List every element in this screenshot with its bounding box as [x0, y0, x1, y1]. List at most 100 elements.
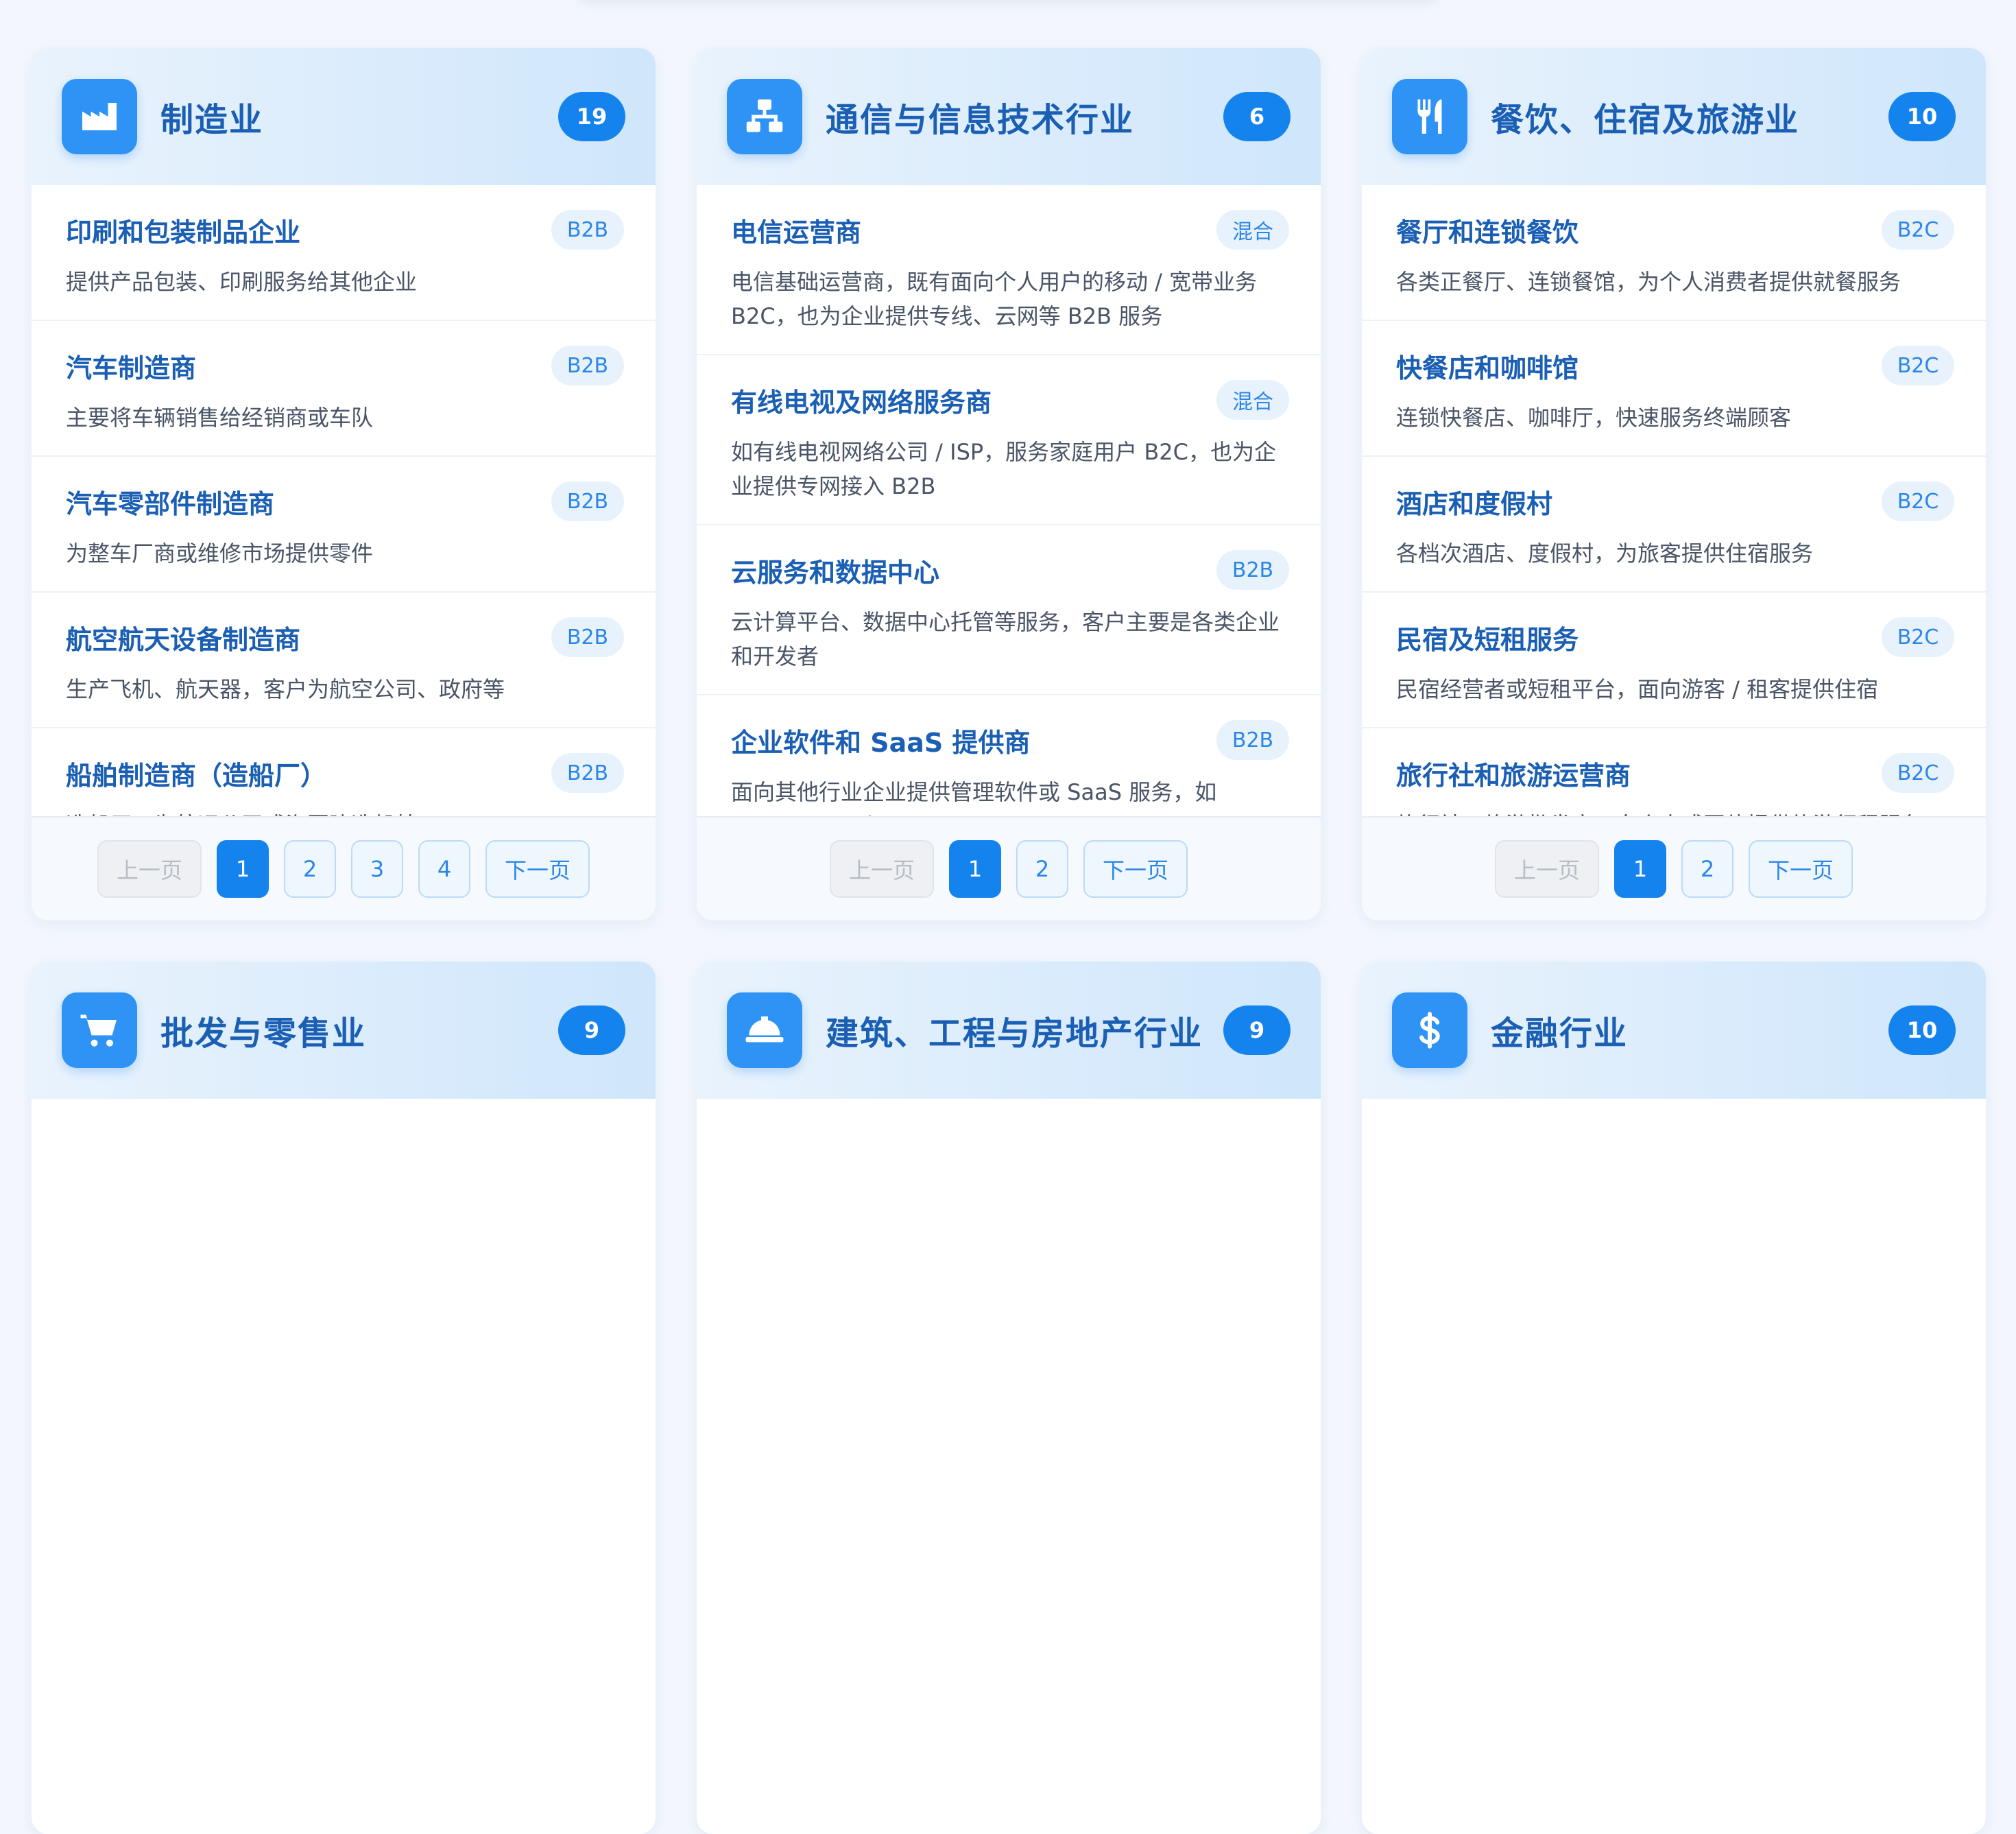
card-header: 建筑、工程与房地产行业 9 [697, 962, 1321, 1099]
list-item[interactable]: 快餐店和咖啡馆 B2C 连锁快餐店、咖啡厅，快速服务终端顾客 [1362, 321, 1986, 457]
model-tag: 混合 [1216, 210, 1289, 250]
item-name: 印刷和包装制品企业 [66, 217, 301, 248]
item-list: 印刷和包装制品企业 B2B 提供产品包装、印刷服务给其他企业 汽车制造商 B2B 主… [32, 185, 656, 816]
list-item[interactable]: 旅行社和旅游运营商 B2C 旅行社、旅游批发商，向个人或团体提供旅游行程服务 [1362, 728, 1986, 816]
count-badge: 9 [558, 1005, 625, 1055]
list-item[interactable]: 酒店和度假村 B2C 各档次酒店、度假村，为旅客提供住宿服务 [1362, 457, 1986, 593]
item-description: 旅行社、旅游批发商，向个人或团体提供旅游行程服务 [1396, 808, 1954, 816]
model-tag: B2B [551, 210, 624, 250]
model-tag: B2B [1216, 720, 1289, 760]
list-item[interactable]: 汽车制造商 B2B 主要将车辆销售给经销商或车队 [32, 321, 656, 457]
category-title: 建筑、工程与房地产行业 [826, 1014, 1203, 1053]
item-list: 餐厅和连锁餐饮 B2C 各类正餐厅、连锁餐馆，为个人消费者提供就餐服务 快餐店和咖… [1362, 185, 1986, 816]
hard-hat-icon [727, 992, 802, 1068]
item-description: 面向其他行业企业提供管理软件或 SaaS 服务，如 ERP/CRM 厂商 [731, 779, 1217, 816]
count-badge: 10 [1888, 1005, 1956, 1055]
list-item[interactable]: 船舶制造商（造船厂） B2B 造船厂，为航运公司或海军建造船舶 [32, 728, 656, 816]
pagination: 上一页 1 2 下一页 [697, 816, 1321, 920]
item-name: 有线电视及网络服务商 [731, 387, 992, 418]
category-grid: 制造业 1 9 印刷和包装制品企业 B2B 提供产品包装、印刷服务给其他企业 汽车制… [32, 48, 1986, 1834]
item-name: 旅行社和旅游运营商 [1396, 760, 1631, 791]
page-2-button[interactable]: 2 [1681, 840, 1733, 898]
list-item[interactable]: 民宿及短租服务 B2C 民宿经营者或短租平台，面向游客 / 租客提供住宿 [1362, 593, 1986, 728]
network-icon [727, 79, 802, 154]
list-item[interactable]: 有线电视及网络服务商 混合 如有线电视网络公司 / ISP，服务家庭用户 B2C，… [697, 355, 1321, 525]
item-description: 生产飞机、航天器，客户为航空公司、政府等 [66, 676, 505, 702]
page-2-button[interactable]: 2 [284, 840, 336, 898]
list-item[interactable]: 汽车零部件制造商 B2B 为整车厂商或维修市场提供零件 [32, 457, 656, 593]
list-item[interactable]: 航空航天设备制造商 B2B 生产飞机、航天器，客户为航空公司、政府等 [32, 593, 656, 728]
item-description: 民宿经营者或短租平台，面向游客 / 租客提供住宿 [1396, 676, 1879, 702]
prev-page-button[interactable]: 上一页 [829, 840, 934, 898]
model-tag: B2B [551, 617, 624, 657]
item-description: 主要将车辆销售给经销商或车队 [66, 405, 374, 431]
item-description: 造船厂，为航运公司或海军建造船舶 [66, 808, 624, 816]
category-card-hospitality: 餐饮、住宿及旅游业 10 餐厅和连锁餐饮 B2C 各类正餐厅、连锁餐馆，为个人消费… [1362, 48, 1986, 920]
model-tag: B2C [1882, 210, 1954, 250]
category-card-finance: 金融行业 10 [1362, 962, 1986, 1834]
card-header: 批发与零售业 9 [32, 962, 656, 1099]
model-tag: B2C [1882, 481, 1954, 521]
category-title: 通信与信息技术行业 [826, 101, 1135, 139]
list-item[interactable]: 企业软件和 SaaS 提供商 B2B 面向其他行业企业提供管理软件或 SaaS 服… [697, 695, 1321, 816]
page-1-button[interactable]: 1 [949, 840, 1001, 898]
item-description: 如有线电视网络公司 / ISP，服务家庭用户 B2C，也为企业提供专网接入 B2… [731, 439, 1277, 499]
card-header: 通信与信息技术行业 6 [697, 48, 1321, 185]
item-name: 餐厅和连锁餐饮 [1396, 217, 1579, 248]
next-page-button[interactable]: 下一页 [1083, 840, 1188, 898]
category-title: 批发与零售业 [160, 1014, 367, 1053]
card-header: 餐饮、住宿及旅游业 10 [1362, 48, 1986, 185]
page-1-button[interactable]: 1 [217, 840, 269, 898]
item-name: 航空航天设备制造商 [66, 624, 301, 655]
item-description: 各类正餐厅、连锁餐馆，为个人消费者提供就餐服务 [1396, 269, 1901, 295]
model-tag: B2C [1882, 617, 1954, 657]
dollar-icon [1392, 992, 1467, 1068]
item-description: 电信基础运营商，既有面向个人用户的移动 / 宽带业务 B2C，也为企业提供专线、… [731, 269, 1258, 329]
item-name: 汽车零部件制造商 [66, 488, 275, 519]
model-tag: B2B [551, 481, 624, 521]
category-title: 餐饮、住宿及旅游业 [1491, 101, 1800, 139]
shopping-cart-icon [62, 992, 137, 1068]
card-header: 金融行业 10 [1362, 962, 1986, 1099]
list-item[interactable]: 云服务和数据中心 B2B 云计算平台、数据中心托管等服务，客户主要是各类企业和开发… [697, 525, 1321, 695]
item-name: 云服务和数据中心 [731, 557, 940, 588]
list-item[interactable]: 印刷和包装制品企业 B2B 提供产品包装、印刷服务给其他企业 [32, 185, 656, 321]
model-tag: B2C [1882, 753, 1954, 793]
page-4-button[interactable]: 4 [418, 840, 470, 898]
count-badge: 9 [1223, 1005, 1291, 1055]
prev-page-button[interactable]: 上一页 [1494, 840, 1599, 898]
next-page-button[interactable]: 下一页 [485, 840, 590, 898]
list-item[interactable]: 电信运营商 混合 电信基础运营商，既有面向个人用户的移动 / 宽带业务 B2C，也… [697, 185, 1321, 355]
count-badge: 10 [1888, 92, 1956, 141]
item-name: 电信运营商 [731, 217, 862, 248]
page-1-button[interactable]: 1 [1614, 840, 1666, 898]
category-card-telecom-it: 通信与信息技术行业 6 电信运营商 混合 电信基础运营商，既有面向个人用户的移动 … [697, 48, 1321, 920]
item-name: 企业软件和 SaaS 提供商 [731, 727, 1031, 758]
item-description: 提供产品包装、印刷服务给其他企业 [66, 269, 418, 295]
pagination: 上一页 1 2 3 4 下一页 [32, 816, 656, 920]
next-page-button[interactable]: 下一页 [1749, 840, 1853, 898]
model-tag: B2B [551, 346, 624, 385]
item-name: 民宿及短租服务 [1396, 624, 1579, 655]
count-badge: 6 [1223, 92, 1291, 141]
prev-page-button[interactable]: 上一页 [97, 840, 202, 898]
item-description: 各档次酒店、度假村，为旅客提供住宿服务 [1396, 540, 1814, 567]
item-description: 为整车厂商或维修市场提供零件 [66, 540, 374, 567]
page-2-button[interactable]: 2 [1016, 840, 1068, 898]
fork-knife-icon [1392, 79, 1467, 154]
category-title: 金融行业 [1491, 1014, 1629, 1053]
category-card-construction: 建筑、工程与房地产行业 9 [697, 962, 1321, 1834]
category-card-manufacturing: 制造业 19 印刷和包装制品企业 B2B 提供产品包装、印刷服务给其他企业 汽车制… [32, 48, 656, 920]
item-list: 电信运营商 混合 电信基础运营商，既有面向个人用户的移动 / 宽带业务 B2C，也… [697, 185, 1321, 816]
list-item[interactable]: 餐厅和连锁餐饮 B2C 各类正餐厅、连锁餐馆，为个人消费者提供就餐服务 [1362, 185, 1986, 321]
factory-icon [62, 79, 137, 154]
item-name: 汽车制造商 [66, 353, 197, 383]
category-title: 制造业 [160, 101, 264, 139]
item-description: 云计算平台、数据中心托管等服务，客户主要是各类企业和开发者 [731, 609, 1280, 669]
item-name: 酒店和度假村 [1396, 488, 1553, 519]
page-3-button[interactable]: 3 [351, 840, 403, 898]
model-tag: B2B [1216, 550, 1289, 590]
category-card-retail: 批发与零售业 9 [32, 962, 656, 1834]
item-name: 快餐店和咖啡馆 [1396, 353, 1579, 383]
model-tag: 混合 [1216, 380, 1289, 420]
